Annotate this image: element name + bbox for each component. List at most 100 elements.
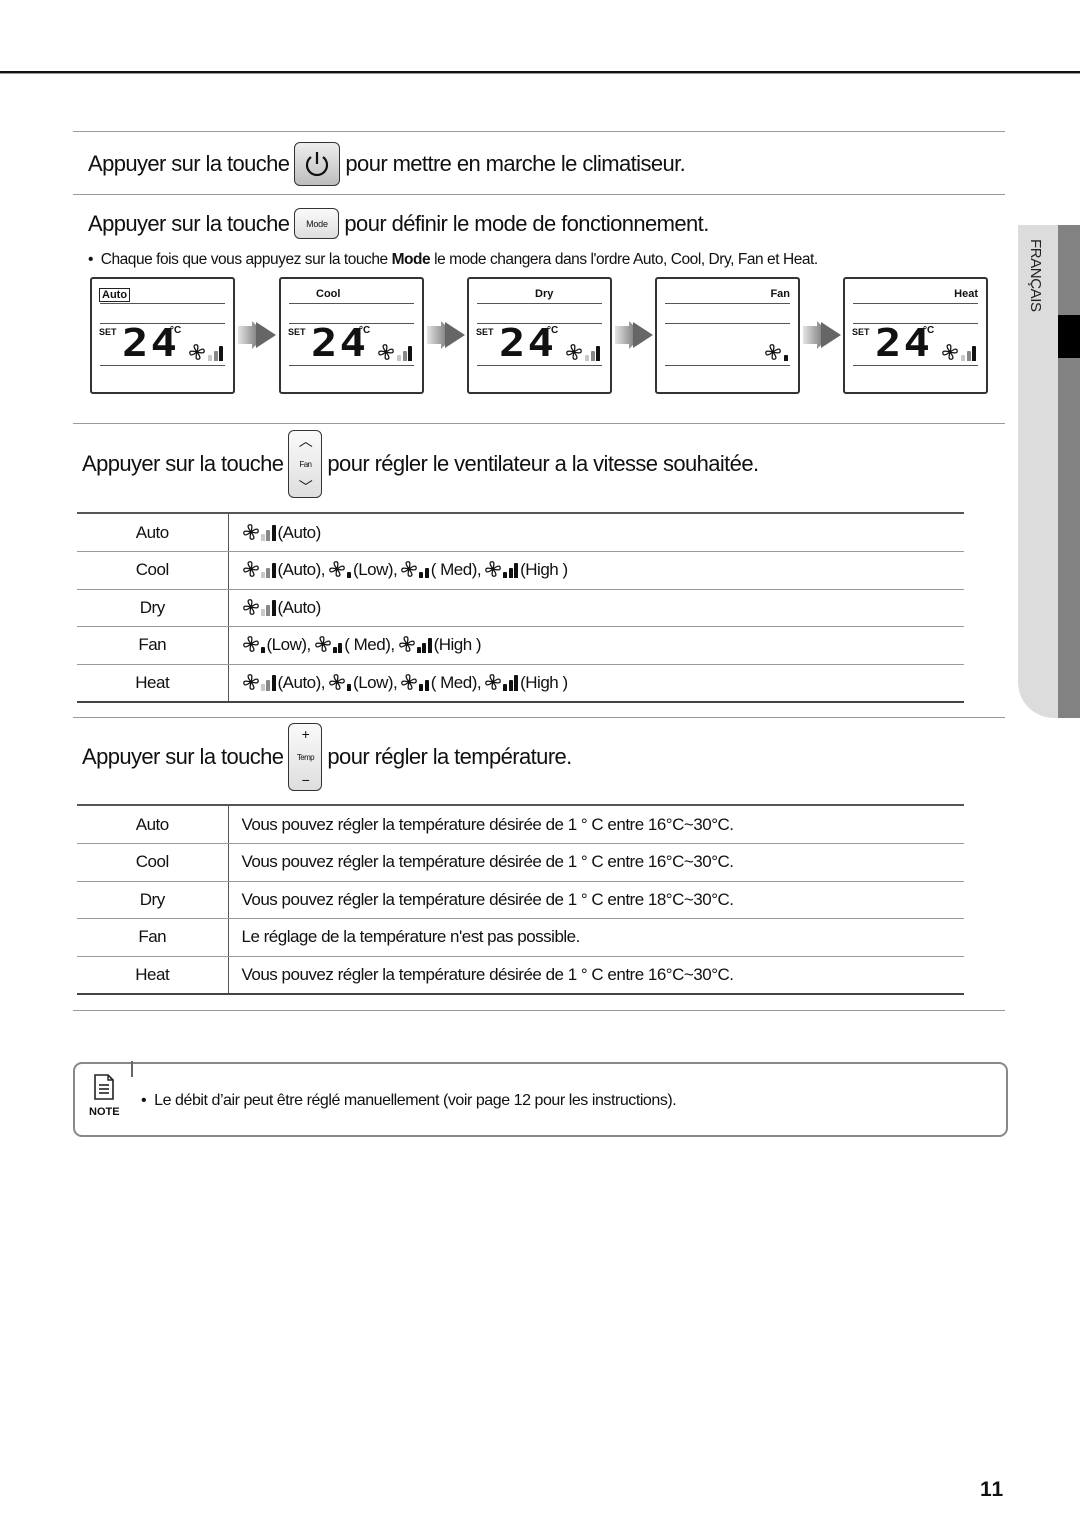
mode-cell: Auto — [77, 514, 229, 552]
temp-heading: Appuyer sur la touche + Temp − pour régl… — [82, 723, 572, 791]
fan-speed-bars — [416, 637, 432, 654]
fan-icon — [242, 636, 259, 653]
lcd-display-auto: Auto SET 24 °C — [90, 277, 235, 394]
table-row: Cool (Auto), (Low), ( Med), (High ) — [77, 551, 964, 590]
fan-options-cell: (Auto), (Low), ( Med), (High ) — [228, 551, 964, 590]
mode-cell: Auto — [77, 806, 229, 844]
fan-speed-auto-icon — [242, 560, 276, 579]
fan-speed-label: (High ) — [433, 635, 482, 655]
mode-cell: Heat — [77, 664, 229, 703]
chapter-bar — [1058, 225, 1080, 718]
mode-key: Mode — [294, 208, 340, 239]
page-number: 11 — [980, 1478, 1005, 1501]
mode-cell: Heat — [77, 956, 229, 995]
fan-icon — [189, 344, 205, 360]
fan-speed-label: (Auto) — [277, 597, 322, 617]
top-rule — [0, 71, 1080, 74]
lcd-line — [853, 365, 978, 366]
fan-key-label: Fan — [299, 459, 312, 469]
chevron-down-icon: ﹀ — [298, 479, 313, 495]
fan-speed-bars — [208, 346, 223, 361]
heading-post: pour mettre en marche le climatiseur. — [345, 151, 686, 176]
fan-speed-label: (Low), — [266, 635, 312, 655]
lcd-set-label: SET — [99, 327, 117, 337]
fan-icon — [242, 673, 259, 690]
fan-speed-bars — [419, 567, 429, 579]
heading-post: pour régler le ventilateur a la vitesse … — [327, 451, 759, 476]
fan-speed-bars — [503, 674, 519, 691]
divider — [73, 131, 1005, 132]
fan-speed-bars — [260, 562, 276, 579]
fan-speed-low-icon — [328, 560, 352, 579]
chapter-bar-active — [1058, 315, 1080, 358]
fan-speed-label: (Auto) — [277, 522, 322, 542]
fan-icon — [942, 344, 958, 360]
table-row: Dry Vous pouvez régler la température dés… — [77, 881, 964, 919]
fan-speed-bars — [260, 674, 276, 691]
lcd-fan-indicator — [941, 343, 976, 361]
lcd-unit: °C — [923, 325, 935, 336]
fan-speed-bars — [784, 355, 788, 361]
next-arrow-icon — [801, 320, 841, 350]
fan-speed-bars — [347, 684, 352, 691]
lcd-line — [665, 303, 790, 304]
lcd-line — [665, 323, 790, 324]
fan-speed-bars — [585, 346, 600, 361]
fan-speed-label: (High ) — [520, 672, 568, 692]
note-label: NOTE — [89, 1106, 120, 1118]
fan-speed-bars — [332, 642, 343, 654]
fan-icon — [398, 636, 415, 653]
mode-cell: Dry — [77, 881, 229, 919]
mode-cell: Fan — [77, 918, 229, 957]
fan-speed-high-icon — [398, 635, 432, 654]
heading-pre: Appuyer sur la touche — [88, 151, 290, 176]
lcd-fan-indicator — [565, 343, 600, 361]
table-row: Auto Vous pouvez régler la température dé… — [77, 806, 964, 844]
lcd-display-fan: Fan — [655, 277, 800, 394]
document-icon — [94, 1074, 114, 1100]
divider — [73, 423, 1005, 424]
fan-speed-label: (Low), — [353, 560, 398, 580]
lcd-line — [100, 365, 225, 366]
temp-desc-cell: Vous pouvez régler la température désiré… — [228, 843, 964, 882]
lcd-line — [289, 303, 414, 304]
next-arrow-icon — [236, 320, 276, 350]
fan-speed-bars — [419, 680, 429, 691]
lcd-set-label: SET — [288, 327, 306, 337]
fan-speed-bars — [397, 346, 412, 361]
fan-speed-high-icon — [484, 673, 519, 691]
fan-icon — [242, 523, 259, 540]
table-row: Dry (Auto) — [77, 589, 964, 627]
temperature-table: Auto Vous pouvez régler la température dé… — [77, 806, 964, 995]
power-icon — [306, 152, 329, 177]
fan-options-cell: (Auto), (Low), ( Med), (High ) — [228, 664, 964, 703]
lcd-unit: °C — [170, 325, 182, 336]
fan-speed-low-icon — [328, 673, 352, 691]
table-row: Auto (Auto) — [77, 514, 964, 552]
fan-options-cell: (Auto) — [228, 589, 964, 627]
language-tab-label: FRANÇAIS — [1027, 239, 1044, 312]
fan-icon — [378, 344, 394, 360]
fan-icon — [765, 344, 781, 360]
lcd-display-heat: Heat SET 24 °C — [843, 277, 988, 394]
fan-speed-bars — [260, 646, 265, 654]
lcd-fan-indicator — [377, 343, 412, 361]
temp-desc-cell: Vous pouvez régler la température désiré… — [228, 881, 964, 919]
fan-icon — [329, 561, 345, 578]
mode-heading: Appuyer sur la touche Mode pour définir … — [88, 208, 709, 239]
heading-pre: Appuyer sur la touche — [82, 744, 284, 769]
next-arrow-icon — [613, 320, 653, 350]
fan-speed-auto-icon — [242, 523, 276, 541]
lcd-mode-label: Cool — [316, 288, 341, 300]
fan-speed-auto-icon — [242, 598, 276, 616]
lcd-set-label: SET — [852, 327, 870, 337]
lcd-set-label: SET — [476, 327, 494, 337]
plus-icon: + — [301, 726, 310, 742]
fan-speed-med-icon — [400, 560, 429, 579]
temp-desc-cell: Le réglage de la température n'est pas p… — [228, 918, 964, 957]
fan-speed-label: (Auto), — [277, 672, 326, 692]
fan-speed-label: (Low), — [353, 672, 398, 692]
lcd-fan-indicator — [764, 343, 788, 361]
temp-desc-cell: Vous pouvez régler la température désiré… — [228, 806, 964, 844]
temp-key: + Temp − — [288, 723, 323, 791]
